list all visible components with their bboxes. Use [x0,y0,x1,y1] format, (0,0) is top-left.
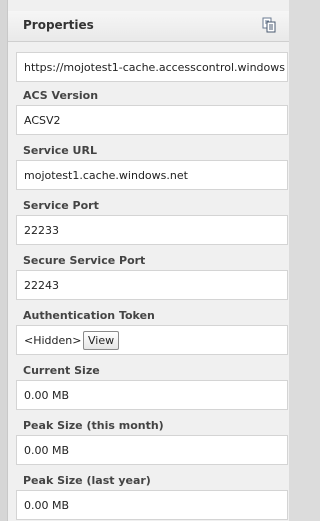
peak-year-label: Peak Size (last year) [23,474,151,487]
peak-month-value: 0.00 MB [24,444,70,457]
service-port-box[interactable]: 22233 [16,215,288,245]
peak-year-value: 0.00 MB [24,499,70,512]
peak-year-box[interactable]: 0.00 MB [16,490,288,520]
acs-version-value: ACSV2 [24,114,61,127]
service-port-label: Service Port [23,199,99,212]
first-value: https://mojotest1-cache.accesscontrol.wi… [24,61,285,74]
auth-token-box: <Hidden> View [16,325,288,355]
first-value-box[interactable]: https://mojotest1-cache.accesscontrol.wi… [16,52,288,82]
properties-panel: Properties https://mojotest1-cache.acces… [7,0,289,521]
service-url-label: Service URL [23,144,97,157]
peak-month-label: Peak Size (this month) [23,419,164,432]
peak-month-box[interactable]: 0.00 MB [16,435,288,465]
current-size-box[interactable]: 0.00 MB [16,380,288,410]
acs-version-box[interactable]: ACSV2 [16,105,288,135]
current-size-label: Current Size [23,364,100,377]
auth-token-label: Authentication Token [23,309,155,322]
left-gutter [0,0,7,521]
copy-icon[interactable] [261,17,277,33]
panel-title: Properties [23,18,94,32]
service-url-value: mojotest1.cache.windows.net [24,169,188,182]
current-size-value: 0.00 MB [24,389,70,402]
view-token-button[interactable]: View [83,331,120,350]
service-port-value: 22233 [24,224,59,237]
service-url-box[interactable]: mojotest1.cache.windows.net [16,160,288,190]
secure-service-port-label: Secure Service Port [23,254,146,267]
auth-token-value: <Hidden> [24,334,82,347]
secure-service-port-value: 22243 [24,279,59,292]
acs-version-label: ACS Version [23,89,99,102]
properties-header: Properties [8,11,289,42]
secure-service-port-box[interactable]: 22243 [16,270,288,300]
